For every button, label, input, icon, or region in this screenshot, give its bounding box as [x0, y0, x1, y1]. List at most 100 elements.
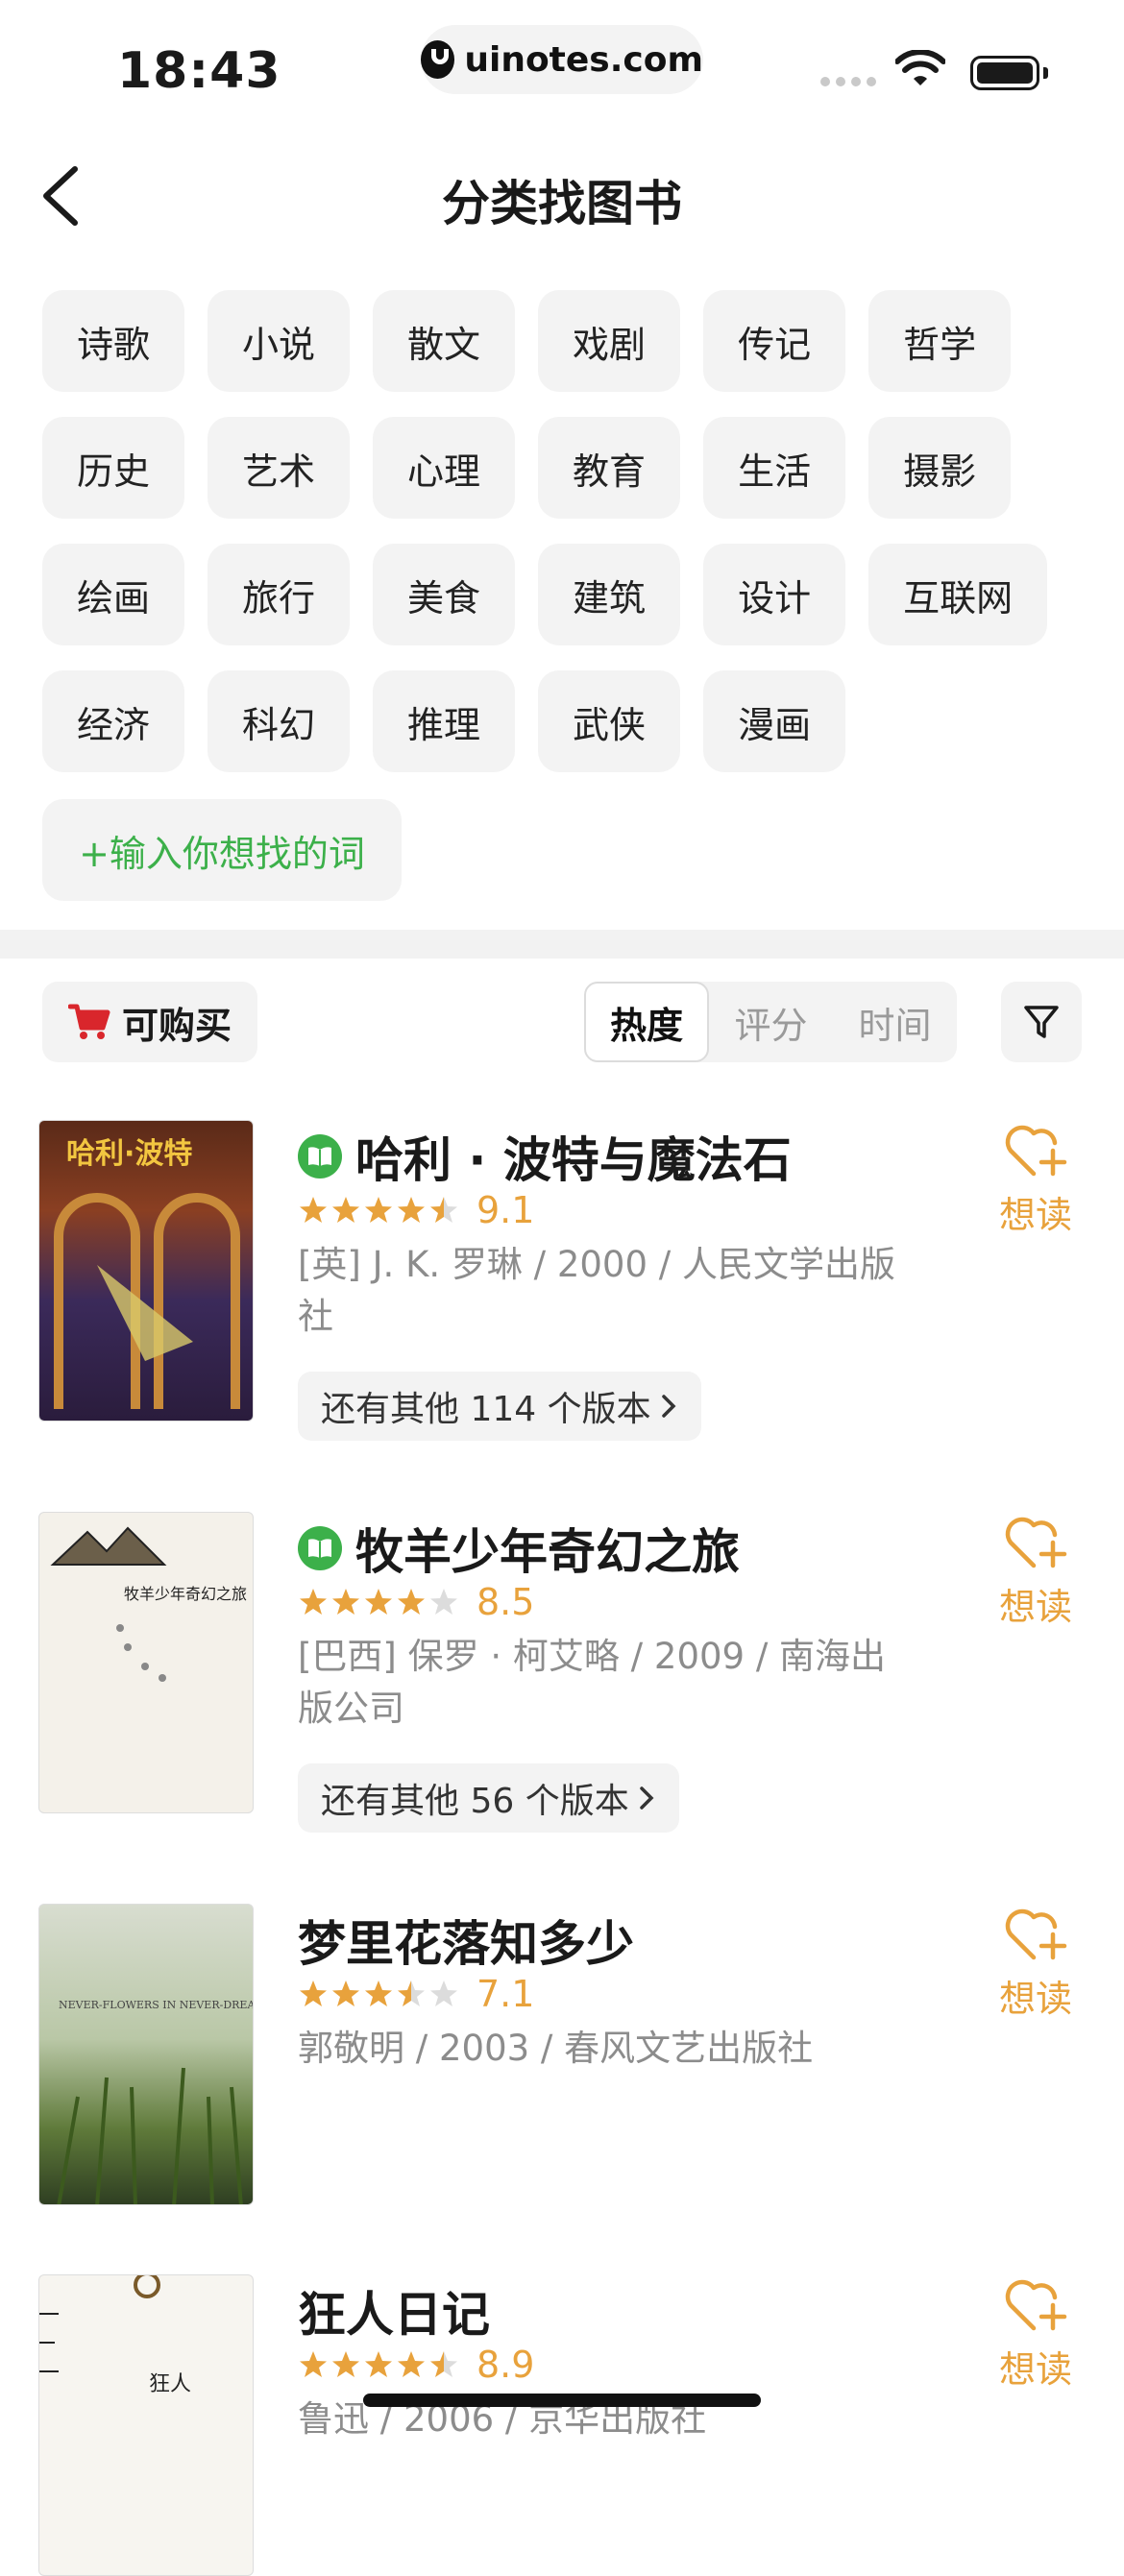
category-tag[interactable]: 哲学	[868, 290, 1012, 392]
star-rating	[298, 1195, 459, 1226]
category-tag[interactable]: 散文	[373, 290, 516, 392]
book-cover[interactable]: 哈利·波特	[38, 1120, 254, 1422]
cart-icon	[67, 1004, 110, 1039]
category-tag[interactable]: 美食	[373, 544, 516, 645]
heart-plus-icon	[1005, 1908, 1067, 1960]
heart-plus-icon	[1005, 1125, 1067, 1177]
star-icon	[300, 1589, 327, 1615]
book-cover[interactable]: 牧羊少年奇幻之旅	[38, 1512, 254, 1813]
category-tag[interactable]: 心理	[373, 417, 516, 519]
star-icon	[332, 2351, 359, 2377]
book-title[interactable]: 哈利 · 波特与魔法石	[355, 1122, 792, 1191]
filter-button[interactable]	[1001, 982, 1082, 1062]
url-text: uinotes.com	[464, 39, 703, 80]
home-indicator[interactable]	[363, 2394, 761, 2407]
want-to-read-button[interactable]: 想读	[991, 2276, 1080, 2393]
sort-by-popularity[interactable]: 热度	[584, 982, 709, 1062]
editions-label: 还有其他 114 个版本	[321, 1390, 651, 1429]
book-title[interactable]: 梦里花落知多少	[298, 1906, 634, 1975]
book-meta: [巴西] 保罗 · 柯艾略 / 2009 / 南海出版公司	[298, 1636, 887, 1729]
star-icon	[300, 1197, 327, 1223]
heart-plus-icon	[1005, 1517, 1067, 1568]
want-to-read-button[interactable]: 想读	[991, 1122, 1080, 1238]
url-pill[interactable]: uinotes.com	[421, 25, 703, 94]
rating-score: 8.5	[476, 1581, 535, 1623]
heart-plus-icon	[1005, 2279, 1067, 2331]
category-tag[interactable]: 艺术	[208, 417, 351, 519]
rating-score: 8.9	[476, 2344, 535, 2386]
category-tag[interactable]: 武侠	[538, 670, 681, 772]
sort-by-time[interactable]: 时间	[833, 982, 957, 1062]
star-icon	[430, 1197, 457, 1223]
category-tag[interactable]: 历史	[42, 417, 185, 519]
category-tag[interactable]: 生活	[703, 417, 846, 519]
book-title[interactable]: 牧羊少年奇幻之旅	[355, 1514, 740, 1583]
star-icon	[398, 2351, 425, 2377]
category-tag[interactable]: 推理	[373, 670, 516, 772]
svg-text:狂人: 狂人	[149, 2372, 191, 2396]
want-to-read-label: 想读	[998, 2348, 1072, 2391]
editions-label: 还有其他 56 个版本	[321, 1782, 629, 1821]
star-icon	[300, 1981, 327, 2006]
star-icon	[430, 1589, 457, 1615]
sort-by-rating[interactable]: 评分	[709, 982, 833, 1062]
funnel-icon	[1024, 1006, 1059, 1038]
purchasable-filter-button[interactable]: 可购买	[42, 982, 257, 1062]
book-cover[interactable]: NEVER-FLOWERS IN NEVER-DREAM	[38, 1904, 254, 2205]
category-tag[interactable]: 经济	[42, 670, 185, 772]
category-tag[interactable]: 绘画	[42, 544, 185, 645]
star-icon	[332, 1197, 359, 1223]
star-rating	[298, 1979, 459, 2009]
star-icon	[332, 1981, 359, 2006]
star-icon	[398, 1197, 425, 1223]
wifi-icon	[895, 50, 945, 85]
battery-icon	[970, 56, 1039, 90]
category-tag[interactable]: 设计	[703, 544, 846, 645]
other-editions-button[interactable]: 还有其他 114 个版本	[298, 1372, 701, 1441]
category-tags: 诗歌 小说 散文 戏剧 传记 哲学历史 艺术 心理 教育 生活 摄影绘画 旅行 美食 建筑 设计 互联网经济科…	[42, 290, 1099, 772]
sort-segmented-control: 热度 评分 时间	[584, 982, 957, 1062]
category-tag[interactable]: 摄影	[868, 417, 1012, 519]
category-tag[interactable]: 传记	[703, 290, 846, 392]
category-tag[interactable]: 诗歌	[42, 290, 185, 392]
book-cover[interactable]: 狂人	[38, 2274, 254, 2576]
ebook-available-icon	[298, 1134, 342, 1179]
want-to-read-label: 想读	[998, 1978, 1072, 2020]
svg-text:哈利·波特: 哈利·波特	[66, 1137, 192, 1171]
category-tag[interactable]: 科幻	[208, 670, 351, 772]
star-icon	[430, 2351, 457, 2377]
book-title[interactable]: 狂人日记	[298, 2276, 490, 2345]
star-icon	[365, 1589, 392, 1615]
star-icon	[365, 2351, 392, 2377]
section-divider	[0, 930, 1124, 959]
status-bar: 18:43 uinotes.com	[0, 0, 1124, 134]
want-to-read-label: 想读	[998, 1194, 1072, 1236]
star-rating	[298, 1587, 459, 1617]
chevron-right-icon	[639, 1786, 654, 1810]
star-icon	[430, 1981, 457, 2006]
want-to-read-button[interactable]: 想读	[991, 1514, 1080, 1630]
want-to-read-label: 想读	[998, 1586, 1072, 1628]
category-tag[interactable]: 教育	[538, 417, 681, 519]
rating-score: 7.1	[476, 1973, 535, 2015]
svg-text:牧羊少年奇幻之旅: 牧羊少年奇幻之旅	[124, 1585, 247, 1603]
category-tag[interactable]: 戏剧	[538, 290, 681, 392]
chevron-right-icon	[661, 1395, 676, 1418]
star-rating	[298, 2349, 459, 2380]
star-icon	[300, 2351, 327, 2377]
add-keyword-button[interactable]: +输入你想找的词	[42, 799, 402, 901]
star-icon	[398, 1589, 425, 1615]
want-to-read-button[interactable]: 想读	[991, 1906, 1080, 2022]
other-editions-button[interactable]: 还有其他 56 个版本	[298, 1763, 679, 1833]
book-meta: 郭敬明 / 2003 / 春风文艺出版社	[298, 2028, 814, 2069]
category-tag[interactable]: 建筑	[538, 544, 681, 645]
category-tag[interactable]: 小说	[208, 290, 351, 392]
rating-score: 9.1	[476, 1189, 535, 1231]
ebook-available-icon	[298, 1526, 342, 1570]
star-icon	[398, 1981, 425, 2006]
category-tag[interactable]: 旅行	[208, 544, 351, 645]
site-logo-icon	[421, 40, 455, 79]
category-tag[interactable]: 漫画	[703, 670, 846, 772]
cellular-signal-icon	[820, 77, 876, 86]
category-tag[interactable]: 互联网	[868, 544, 1048, 645]
